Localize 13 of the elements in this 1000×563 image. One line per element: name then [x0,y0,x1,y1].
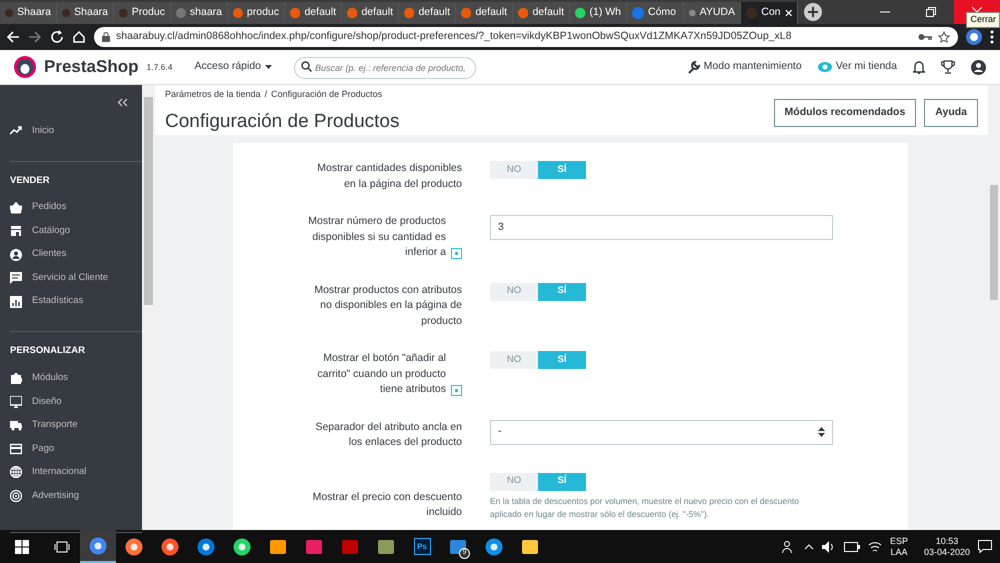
field-label: Mostrar cantidades disponibles en la página del producto [316,161,462,192]
version-label: 1.7.6.4 [146,60,172,74]
field-label: Separador del atributo ancla en los enlaces del producto [314,420,462,450]
section-heading: PERSONALIZAR [9,344,86,358]
help-text: En la tabla de descuentos por volumen, muestre el nuevo precio con el descuento aplicado en lugar de mostrar sólo el descuento (ej. "-5%"). [490,494,800,520]
field-label: Mostrar número de productos disponibles si su cantidad es inferior a [307,214,446,260]
field-label: Mostrar productos con atributos no disponibles en la página de producto [313,282,462,328]
field-label: Mostrar el botón "añadir al carrito" cuando un producto tiene atributos [316,351,446,397]
field-label: Mostrar el precio con descuento incluido [312,490,462,520]
breadcrumb-separator: / [264,89,268,99]
page-title: Configuración de Productos [165,110,400,134]
tooltip: Cerrar [966,12,1000,28]
section-heading: VENDER [9,174,51,188]
